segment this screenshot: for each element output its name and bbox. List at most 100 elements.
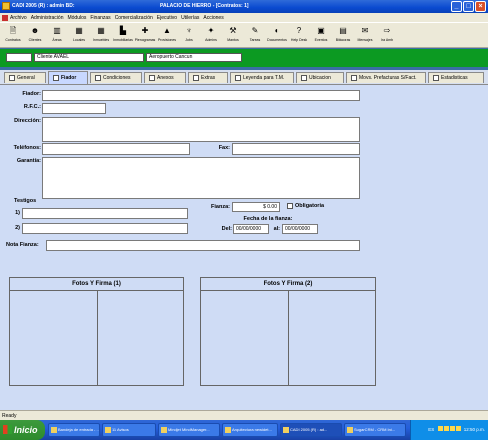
toolbar-button-mensajes[interactable]: ✉ Mensajes bbox=[354, 23, 376, 47]
tab-fiador[interactable]: Fiador bbox=[48, 71, 88, 84]
movements-tab-icon bbox=[351, 75, 357, 81]
task-inbox[interactable]: Bandeja de entrada - ... bbox=[48, 423, 100, 437]
language-indicator[interactable]: ES bbox=[428, 427, 434, 432]
toolbar-button-tareas[interactable]: ✎ Tareas bbox=[244, 23, 266, 47]
tray-icon-2[interactable] bbox=[444, 426, 450, 431]
tab-anexos[interactable]: Anexos bbox=[144, 72, 186, 83]
tray-icon-1[interactable] bbox=[438, 426, 444, 431]
start-button[interactable]: Inicio bbox=[0, 420, 45, 440]
annex-tab-icon bbox=[149, 75, 155, 81]
building-icon: ▦ bbox=[75, 26, 83, 35]
photo-slot-2a[interactable] bbox=[201, 291, 289, 385]
admins-icon: ✦ bbox=[207, 26, 215, 35]
toolbar-button-provisiones[interactable]: ▲ Provisiones bbox=[156, 23, 178, 47]
photos-signature-panel-2: Fotos Y Firma (2) bbox=[200, 277, 376, 386]
testigo2-input[interactable] bbox=[22, 223, 188, 234]
window-titlebar[interactable]: CADI 2005 (R) : admin BD: PALACIO DE HIE… bbox=[0, 0, 488, 13]
toolbar-button-clientes[interactable]: ☻ Clientes bbox=[24, 23, 46, 47]
location-field[interactable]: Aeropuerto Cancun bbox=[146, 53, 242, 62]
person-icon: ☻ bbox=[30, 26, 40, 35]
task-arquitectura[interactable]: Arquitectura newidet... bbox=[222, 423, 278, 437]
toolbar-button-jobs[interactable]: ♆ Jobs bbox=[178, 23, 200, 47]
record-id-field[interactable] bbox=[6, 53, 32, 62]
menu-administracion[interactable]: Administración bbox=[31, 15, 64, 21]
direccion-label: Dirección: bbox=[14, 118, 41, 124]
task-mindmanager[interactable]: Mindjet MindManager... bbox=[158, 423, 220, 437]
tab-general[interactable]: General bbox=[4, 72, 46, 83]
tasks-icon: ✎ bbox=[251, 26, 259, 35]
toolbar-button-inmuebles[interactable]: ▦ Inmuebles bbox=[90, 23, 112, 47]
toolbar-label: Bitácoras bbox=[335, 38, 351, 42]
tray-icon-3[interactable] bbox=[450, 426, 456, 431]
testigo1-input[interactable] bbox=[22, 208, 188, 219]
toolbar-button-help-desk[interactable]: ? Help Desk bbox=[288, 23, 310, 47]
photo-slot-2b[interactable] bbox=[289, 291, 376, 385]
company-icon: ▙ bbox=[119, 26, 127, 35]
photo-slot-1b[interactable] bbox=[98, 291, 184, 385]
del-date-input[interactable]: 00/00/0000 bbox=[233, 224, 269, 234]
obligatoria-checkbox[interactable] bbox=[287, 203, 293, 209]
maximize-button[interactable]: □ bbox=[463, 1, 474, 12]
fiador-input[interactable] bbox=[42, 90, 360, 101]
menu-modulos[interactable]: Módulos bbox=[67, 15, 86, 21]
rfc-input[interactable] bbox=[42, 103, 106, 114]
menu-utilerias[interactable]: Utilerías bbox=[181, 15, 199, 21]
toolbar-label: Áreas bbox=[52, 38, 62, 42]
tab-estadisticas[interactable]: Estadisticas bbox=[428, 72, 484, 83]
testigos-label: Testigos bbox=[14, 198, 37, 204]
windows-flag-icon bbox=[3, 425, 12, 434]
client-field[interactable]: Cliente AVAEL bbox=[34, 53, 144, 62]
task-cadi[interactable]: CADI 2005 (R) : ad... bbox=[280, 423, 342, 437]
menu-comercializacion[interactable]: Comercialización bbox=[115, 15, 153, 21]
toolbar-button-documentos[interactable]: ◐ Documentos bbox=[266, 23, 288, 47]
toolbar-button--reas[interactable]: ▥ Áreas bbox=[46, 23, 68, 47]
toolbar-button-mantos[interactable]: ⚒ Mantos bbox=[222, 23, 244, 47]
tab-condiciones[interactable]: Condiciones bbox=[90, 72, 142, 83]
menu-acciones[interactable]: Acciones bbox=[203, 15, 223, 21]
exit-icon: ⇨ bbox=[383, 26, 391, 35]
tab-leyenda[interactable]: Leyenda para T.M. bbox=[230, 72, 294, 83]
toolbar-button-inmobiliarias[interactable]: ▙ Inmobiliarias bbox=[112, 23, 134, 47]
legend-tab-icon bbox=[235, 75, 241, 81]
toolbar-button-contratos[interactable]: 🗎 Contratos bbox=[2, 23, 24, 47]
garantia-input[interactable] bbox=[42, 157, 360, 199]
fiador-label: Fiador: bbox=[22, 91, 41, 97]
fianza-input[interactable]: $ 0.00 bbox=[232, 202, 280, 212]
toolbar-label: Provisiones bbox=[157, 38, 177, 42]
toolbar-button-eventos[interactable]: ▣ Eventos bbox=[310, 23, 332, 47]
status-bar: Ready bbox=[0, 410, 488, 420]
toolbar-button-ira-amb[interactable]: ⇨ Ira Amb bbox=[376, 23, 398, 47]
window-title: PALACIO DE HIERRO - [Contratos: 1] bbox=[160, 3, 249, 9]
minimize-button[interactable]: _ bbox=[451, 1, 462, 12]
tab-extras[interactable]: Extras bbox=[188, 72, 228, 83]
toolbar-button-admins[interactable]: ✦ Admins bbox=[200, 23, 222, 47]
task-sugarcrm[interactable]: SugarCRM - CRM Ini... bbox=[344, 423, 406, 437]
tray-icon-4[interactable] bbox=[456, 426, 462, 431]
taskbar: Inicio Bandeja de entrada - ... 11 Aviso… bbox=[0, 420, 488, 440]
record-header: Cliente AVAEL Aeropuerto Cancun bbox=[0, 49, 488, 67]
al-date-input[interactable]: 00/00/0000 bbox=[282, 224, 318, 234]
menu-archivo[interactable]: Archivo bbox=[10, 15, 27, 21]
close-button[interactable]: × bbox=[475, 1, 486, 12]
testigo2-label: 2) bbox=[15, 225, 20, 231]
testigo1-label: 1) bbox=[15, 210, 20, 216]
toolbar-button-locales[interactable]: ▦ Locales bbox=[68, 23, 90, 47]
toolbar-label: Tareas bbox=[249, 38, 261, 42]
menu-ejecutivo[interactable]: Ejecutivo bbox=[157, 15, 177, 21]
fax-input[interactable] bbox=[232, 143, 360, 155]
photo-slot-1a[interactable] bbox=[10, 291, 98, 385]
tab-ubicacion[interactable]: Ubicacion bbox=[296, 72, 344, 83]
help-icon: ? bbox=[296, 26, 302, 35]
conditions-tab-icon bbox=[95, 75, 101, 81]
toolbar-button-plenogramas[interactable]: ✚ Plenogramas bbox=[134, 23, 156, 47]
menu-bar: Archivo Administración Módulos Finanzas … bbox=[0, 13, 488, 22]
nota-fianza-input[interactable] bbox=[46, 240, 360, 251]
direccion-input[interactable] bbox=[42, 117, 360, 142]
telefonos-input[interactable] bbox=[42, 143, 190, 155]
tools-icon: ⚒ bbox=[229, 26, 237, 35]
tab-movs-prefacturas[interactable]: Movs. Prefacturas S/Fact. bbox=[346, 72, 426, 83]
menu-finanzas[interactable]: Finanzas bbox=[90, 15, 110, 21]
toolbar-button-bit-coras[interactable]: ▤ Bitácoras bbox=[332, 23, 354, 47]
task-avisos[interactable]: 11 Avisos bbox=[102, 423, 156, 437]
cadi-icon bbox=[283, 427, 289, 433]
